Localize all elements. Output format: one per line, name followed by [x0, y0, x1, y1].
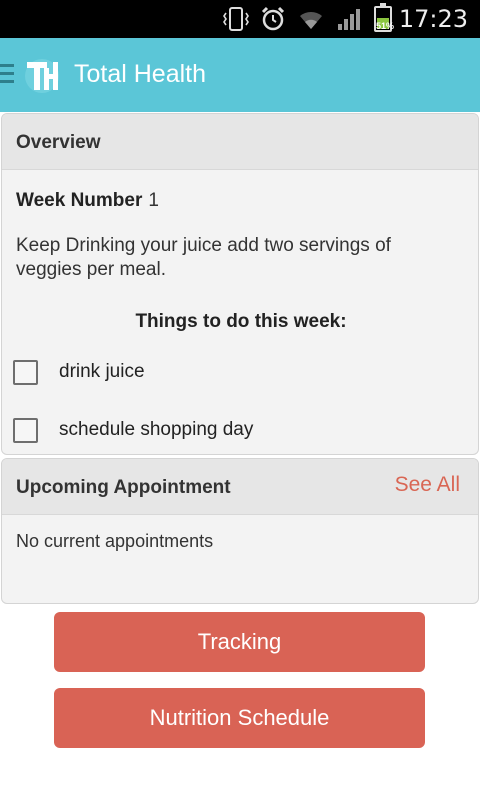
- todo-checkbox[interactable]: [13, 359, 38, 385]
- alarm-icon: [261, 6, 285, 31]
- vibrate-icon: [223, 7, 249, 31]
- appointments-header: Upcoming Appointment See All: [2, 459, 478, 515]
- todo-item[interactable]: schedule shopping day: [13, 415, 253, 445]
- drawer-menu-icon[interactable]: [0, 64, 14, 84]
- battery-icon: 51%: [374, 3, 394, 32]
- todo-item[interactable]: drink juice: [13, 357, 145, 387]
- appointments-heading: Upcoming Appointment: [16, 477, 231, 498]
- week-number-label: Week Number: [16, 190, 143, 211]
- status-icons: 51%: [222, 3, 394, 32]
- appointments-empty-text: No current appointments: [16, 531, 214, 551]
- todo-heading: Things to do this week:: [135, 311, 347, 332]
- week-number-value: 1: [148, 190, 159, 211]
- th-logo-icon: [25, 59, 59, 93]
- week-number: Week Number 1: [16, 190, 159, 212]
- app-bar: Total Health: [0, 38, 480, 112]
- wifi-icon: [300, 11, 322, 29]
- overview-heading: Overview: [16, 132, 101, 153]
- tracking-button[interactable]: Tracking: [54, 612, 425, 672]
- todo-checkbox[interactable]: [13, 417, 38, 443]
- app-title: Total Health: [74, 60, 207, 88]
- signal-icon: [338, 9, 360, 30]
- overview-header: Overview: [2, 114, 478, 170]
- nutrition-schedule-button[interactable]: Nutrition Schedule: [54, 688, 425, 748]
- clock: 17:23: [398, 5, 468, 33]
- battery-percent: 51%: [375, 21, 394, 31]
- todo-label: schedule shopping day: [59, 419, 254, 440]
- appointments-card: Upcoming Appointment See All No current …: [1, 458, 479, 604]
- overview-card: Overview Week Number 1 Keep Drinking your…: [1, 113, 479, 455]
- week-description: Keep Drinking your juice add two serving…: [16, 235, 391, 280]
- status-bar: 51% 17:23: [0, 0, 480, 38]
- see-all-link[interactable]: See All: [395, 473, 460, 497]
- todo-label: drink juice: [59, 361, 145, 382]
- app-logo[interactable]: [24, 58, 60, 94]
